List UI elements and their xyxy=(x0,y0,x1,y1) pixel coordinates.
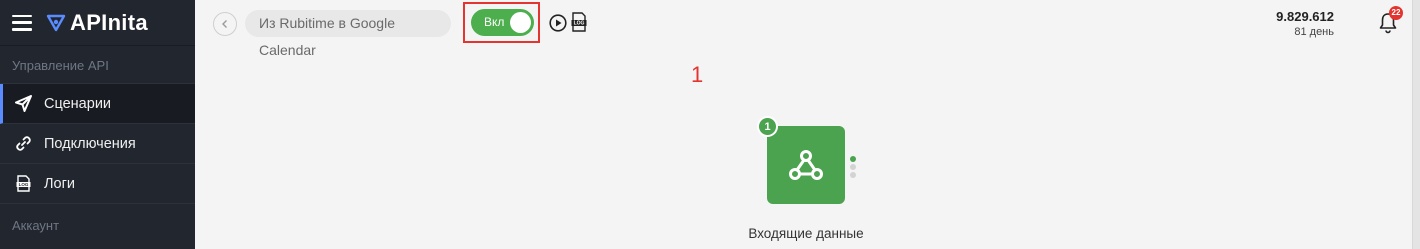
menu-icon[interactable] xyxy=(12,14,32,31)
balance-widget[interactable]: 9.829.612 81 день xyxy=(1276,9,1334,38)
log-file-icon: LOG xyxy=(14,175,32,193)
link-icon xyxy=(14,135,32,153)
balance-days: 81 день xyxy=(1294,26,1334,38)
logo-icon xyxy=(46,14,66,31)
top-bar: Из Rubitime в Google Calendar Вкл LOG 1 … xyxy=(195,0,1420,87)
log-icon[interactable]: LOG xyxy=(571,12,587,32)
balance-amount: 9.829.612 xyxy=(1276,9,1334,24)
sidebar-item-connections[interactable]: Подключения xyxy=(0,124,195,164)
svg-text:LOG: LOG xyxy=(18,182,28,187)
send-icon xyxy=(14,95,32,113)
webhook-node[interactable] xyxy=(767,126,845,204)
play-icon[interactable] xyxy=(549,14,567,32)
sidebar-item-scenarios[interactable]: Сценарии xyxy=(0,84,195,124)
handle-dot xyxy=(850,172,856,178)
node-label: Входящие данные xyxy=(748,226,864,241)
handle-dot xyxy=(850,156,856,162)
sidebar-item-label: Подключения xyxy=(44,135,136,152)
back-button[interactable] xyxy=(213,12,237,36)
node-handle[interactable] xyxy=(850,156,856,180)
toggle-label: Вкл xyxy=(484,15,505,29)
annotation-number: 1 xyxy=(691,62,704,87)
toggle-knob xyxy=(510,12,531,33)
scenario-name-field[interactable]: Из Rubitime в Google Calendar xyxy=(245,10,451,58)
svg-text:LOG: LOG xyxy=(574,21,585,27)
scenario-toggle[interactable]: Вкл xyxy=(471,9,534,36)
handle-dot xyxy=(850,164,856,170)
chevron-left-icon xyxy=(222,20,227,28)
sidebar-item-logs[interactable]: LOG Логи xyxy=(0,164,195,204)
section-label-account: Аккаунт xyxy=(12,218,60,233)
webhook-icon xyxy=(789,150,823,180)
section-label-api: Управление API xyxy=(0,46,195,84)
notification-badge: 22 xyxy=(1389,6,1403,20)
node-number-badge: 1 xyxy=(757,116,778,137)
brand-bar: APInita xyxy=(0,0,195,46)
brand-name[interactable]: APInita xyxy=(70,10,148,36)
sidebar: APInita Управление API Сценарии Подключе… xyxy=(0,0,195,249)
sidebar-item-label: Логи xyxy=(44,175,75,192)
sidebar-item-label: Сценарии xyxy=(44,95,112,112)
scrollbar-track[interactable] xyxy=(1412,0,1420,249)
